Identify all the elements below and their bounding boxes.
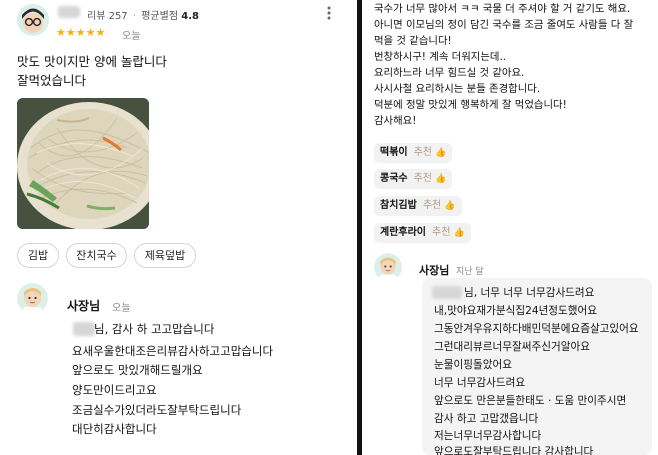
review-line: 먹을 것 같습니다! [374, 35, 452, 47]
left-review-panel: 리뷰 257 · 평균별점 4.8 ★★★★★ 오늘 맛도 맛이지만 양에 놀랍… [0, 0, 357, 455]
owner-reply-line: 앞으로도잘부탁드립니다 감사합니다 [434, 446, 594, 455]
owner-reply-line: 대단히감사합니다 [72, 422, 157, 436]
review-date: 오늘 [122, 31, 141, 42]
owner-reply-date: 지난 달 [456, 267, 484, 277]
customer-name-blurred [73, 322, 95, 336]
menu-tag-chip[interactable]: 제육덮밥 [134, 243, 196, 268]
owner-reply-date: 오늘 [112, 303, 131, 314]
review-line: 맛도 맛이지만 양에 놀랍니다 [17, 54, 167, 69]
owner-reply-line: 너무 너무감사드려요 [434, 377, 526, 389]
owner-reply-line: 그동안겨우유지하다배민덕분에요즘살고있어요 [434, 323, 639, 335]
review-line: 번창하시구! 계속 더워지는데.. [374, 51, 507, 63]
review-photo[interactable] [17, 98, 149, 229]
review-line: 요리하느라 너무 힘드실 것 같아요. [374, 67, 525, 79]
review-line: 감사해요! [374, 115, 417, 127]
thumb-up-icon: 👍 [435, 174, 447, 184]
owner-reply-line: 감사 하고 고맙갰읍니다 [434, 413, 539, 425]
owner-reply-line: 내,맛야요재가분식집24년정도했어요 [434, 305, 598, 317]
owner-reply-line: 요새우울한대조은리뷰감사하고고맙습니다 [72, 344, 274, 358]
owner-reply-line: 님, 감사 하 고고맙습니다 [94, 322, 215, 336]
owner-reply-line: 저는너무너무감사합니다 [434, 430, 542, 442]
thumb-up-icon: 👍 [453, 228, 465, 238]
right-review-panel: 국수가 너무 많아서 ㅋㅋ 국물 더 주셔야 할 거 같기도 해요. 아니면 이… [362, 0, 658, 455]
customer-name-blurred [432, 286, 462, 299]
review-line: 국수가 너무 많아서 ㅋㅋ 국물 더 주셔야 할 거 같기도 해요. [374, 3, 631, 15]
owner-reply-line: 그런대리뷰르너무잘써주신거알아요 [434, 341, 590, 353]
owner-name: 사장님 [419, 264, 450, 277]
owner-avatar-icon [17, 283, 48, 314]
thumb-up-icon: 👍 [444, 201, 456, 211]
owner-reply-line: 양도만이드리고요 [72, 383, 157, 397]
review-line: 사시사철 요리하시는 분들 존경합니다. [374, 83, 541, 95]
owner-reply-box: 님, 너무 너무 너무감사드려요 내,맛야요재가분식집24년정도했어요 그동안겨… [422, 278, 652, 455]
owner-reply-line: 조금실수가있더라도잘부탁드립니다 [72, 403, 242, 417]
rating-stars: ★★★★★ [56, 26, 106, 39]
menu-recommend-chip[interactable]: 콩국수 추천 👍 [374, 169, 453, 189]
kebab-menu-icon[interactable] [327, 6, 331, 23]
menu-tag-chip[interactable]: 김밥 [17, 243, 59, 268]
review-line: 잘먹었습니다 [17, 73, 87, 88]
reviewer-meta: 리뷰 257 · 평균별점 4.8 [87, 11, 199, 22]
owner-reply-line: 앞으로도 만은분들한태도 · 도움 만이주시면 [434, 395, 627, 407]
owner-avatar-icon [374, 253, 402, 281]
review-line: 덕분에 정말 맛있게 행복하게 잘 먹었습니다! [374, 99, 567, 111]
review-line: 아니면 이모님의 정이 담긴 국수를 조금 줄여도 사람들 다 잘 [374, 19, 634, 31]
reviewer-name-blurred [58, 6, 80, 18]
owner-reply-line: 님, 너무 너무 너무감사드려요 [464, 287, 595, 299]
menu-recommend-chip[interactable]: 떡볶이 추천 👍 [374, 143, 453, 163]
menu-recommend-chip[interactable]: 참치김밥 추천 👍 [374, 196, 462, 216]
reviewer-avatar-icon[interactable] [17, 4, 49, 36]
menu-tag-chip[interactable]: 잔치국수 [66, 243, 127, 268]
thumb-up-icon: 👍 [435, 148, 447, 158]
menu-recommend-chip[interactable]: 계란후라이 추천 👍 [374, 223, 471, 243]
owner-reply-line: 눈물이핑돌았어요 [434, 359, 512, 371]
owner-reply-line: 앞으로도 맛있개해드릴개요 [72, 363, 203, 377]
owner-name: 사장님 [67, 299, 101, 313]
